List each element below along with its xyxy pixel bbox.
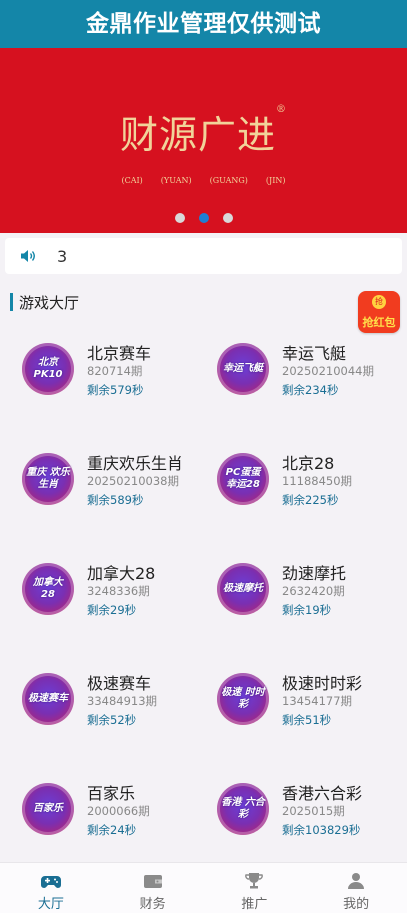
game-logo-icon: PC蛋蛋 幸运28 — [217, 453, 269, 505]
game-period: 820714期 — [87, 364, 143, 378]
red-packet-coin-icon: 抢 — [372, 295, 386, 309]
app-header: 金鼎作业管理仅供测试 — [0, 0, 407, 48]
game-card-jsssc[interactable]: 极速 时时彩 极速时时彩 13454177期 剩余51秒 — [195, 668, 390, 778]
game-grid: 北京PK10 北京赛车 820714期 剩余579秒 幸运飞艇 幸运飞艇 202… — [0, 338, 407, 888]
game-logo-icon: 加拿大 28 — [22, 563, 74, 615]
game-name: 重庆欢乐生肖 — [87, 454, 184, 473]
game-countdown: 剩余589秒 — [87, 493, 144, 507]
game-period: 3248336期 — [87, 584, 150, 598]
game-period: 33484913期 — [87, 694, 158, 708]
game-countdown: 剩余51秒 — [282, 713, 332, 727]
game-countdown: 剩余29秒 — [87, 603, 137, 617]
game-card-jnd28[interactable]: 加拿大 28 加拿大28 3248336期 剩余29秒 — [0, 558, 195, 668]
red-packet-label: 抢红包 — [362, 316, 396, 329]
game-card-cqhlsx[interactable]: 重庆 欢乐生肖 重庆欢乐生肖 20250210038期 剩余589秒 — [0, 448, 195, 558]
page-title: 金鼎作业管理仅供测试 — [86, 11, 321, 37]
game-name: 北京28 — [282, 454, 335, 473]
trophy-icon — [245, 873, 264, 889]
game-name: 极速赛车 — [87, 674, 152, 693]
heading-accent-bar — [10, 293, 13, 311]
tab-promotion[interactable]: 推广 — [204, 863, 306, 913]
banner-sub-label: (CAI) — [121, 176, 143, 185]
red-packet-button[interactable]: 抢 抢红包 — [358, 291, 400, 333]
game-countdown: 剩余52秒 — [87, 713, 137, 727]
game-period: 11188450期 — [282, 474, 353, 488]
game-logo-icon: 极速赛车 — [22, 673, 74, 725]
carousel-dot[interactable] — [222, 213, 233, 223]
bottom-tab-bar: 大厅 财务 推广 我的 — [0, 862, 407, 913]
banner-subtitle: (CAI) (YUAN) (GUANG) (JIN) — [0, 176, 407, 185]
tab-label: 大厅 — [37, 897, 64, 912]
tab-label: 我的 — [343, 897, 370, 912]
game-logo-icon: 北京PK10 — [22, 343, 74, 395]
game-card-bjsc[interactable]: 北京PK10 北京赛车 820714期 剩余579秒 — [0, 338, 195, 448]
wallet-icon — [143, 875, 162, 888]
notice-bar[interactable]: 3 — [5, 238, 402, 274]
banner-sub-label: (JIN) — [265, 176, 286, 185]
user-icon — [348, 873, 365, 889]
game-logo-icon: 百家乐 — [22, 783, 74, 835]
game-period: 20250210044期 — [282, 364, 374, 378]
game-period: 20250210038期 — [87, 474, 179, 488]
game-card-bj28[interactable]: PC蛋蛋 幸运28 北京28 11188450期 剩余225秒 — [195, 448, 390, 558]
game-card-jssc[interactable]: 极速赛车 极速赛车 33484913期 剩余52秒 — [0, 668, 195, 778]
game-name: 香港六合彩 — [282, 784, 363, 803]
game-name: 百家乐 — [87, 784, 136, 803]
game-period: 2000066期 — [87, 804, 150, 818]
game-period: 2025015期 — [282, 804, 345, 818]
banner-sub-label: (YUAN) — [160, 176, 192, 185]
tab-profile[interactable]: 我的 — [305, 863, 407, 913]
tab-finance[interactable]: 财务 — [102, 863, 204, 913]
banner-logo: 财源广进® — [0, 104, 407, 159]
game-period: 2632420期 — [282, 584, 345, 598]
carousel-dot[interactable] — [174, 213, 185, 223]
game-countdown: 剩余579秒 — [87, 383, 144, 397]
game-logo-icon: 幸运飞艇 — [217, 343, 269, 395]
game-logo-icon: 极速 时时彩 — [217, 673, 269, 725]
promo-banner[interactable]: 财源广进® (CAI) (YUAN) (GUANG) (JIN) — [0, 48, 407, 233]
game-name: 幸运飞艇 — [282, 344, 347, 363]
tab-label: 财务 — [139, 897, 166, 912]
banner-logo-text: 财源广进 — [119, 113, 276, 157]
game-name: 极速时时彩 — [282, 674, 363, 693]
lobby-heading: 游戏大厅 — [10, 292, 79, 312]
tab-lobby[interactable]: 大厅 — [0, 863, 102, 913]
game-countdown: 剩余225秒 — [282, 493, 339, 507]
game-countdown: 剩余24秒 — [87, 823, 137, 837]
lobby-title: 游戏大厅 — [19, 293, 80, 312]
game-countdown: 剩余103829秒 — [282, 823, 361, 837]
game-name: 加拿大28 — [87, 564, 156, 583]
game-countdown: 剩余19秒 — [282, 603, 332, 617]
game-countdown: 剩余234秒 — [282, 383, 339, 397]
game-logo-icon: 极速摩托 — [217, 563, 269, 615]
game-logo-icon: 香港 六合彩 — [217, 783, 269, 835]
game-name: 劲速摩托 — [282, 564, 347, 583]
game-card-xyft[interactable]: 幸运飞艇 幸运飞艇 20250210044期 剩余234秒 — [195, 338, 390, 448]
banner-sub-label: (GUANG) — [209, 176, 248, 185]
game-period: 13454177期 — [282, 694, 353, 708]
carousel-dot-active[interactable] — [198, 213, 209, 223]
gamepad-icon — [40, 876, 61, 888]
registered-mark: ® — [276, 104, 287, 115]
notice-text: 3 — [57, 246, 68, 266]
carousel-indicator — [0, 213, 407, 223]
game-card-jsmt[interactable]: 极速摩托 劲速摩托 2632420期 剩余19秒 — [195, 558, 390, 668]
tab-label: 推广 — [241, 897, 268, 912]
game-logo-icon: 重庆 欢乐生肖 — [22, 453, 74, 505]
speaker-icon — [21, 250, 35, 262]
game-name: 北京赛车 — [87, 344, 152, 363]
